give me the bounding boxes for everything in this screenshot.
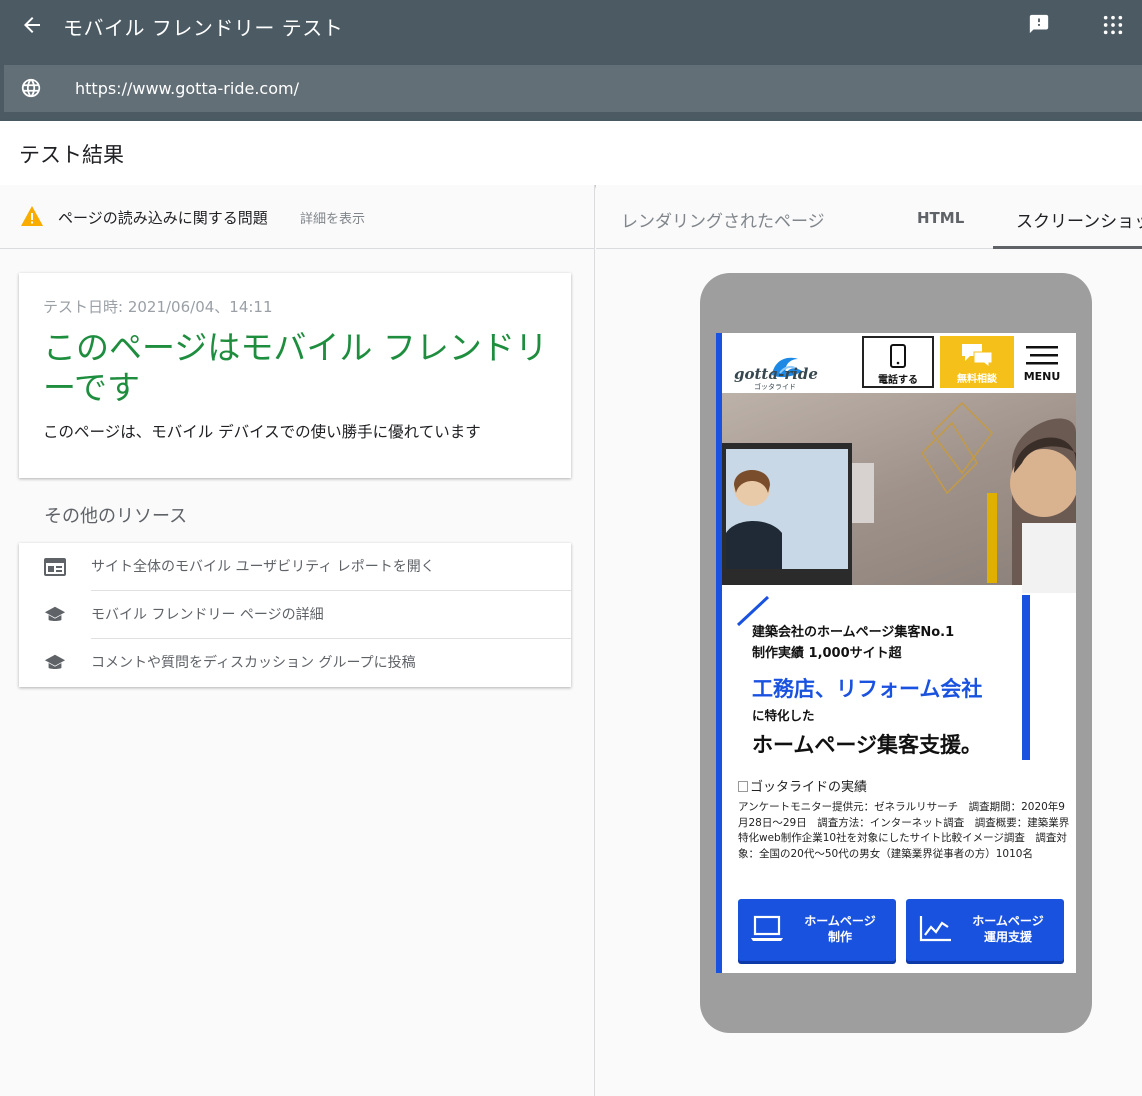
school-icon (44, 606, 66, 621)
app-bar: モバイル フレンドリー テスト https://www.gotta-ride.c… (0, 0, 1142, 121)
web-report-icon (44, 558, 66, 576)
result-card: テスト日時: 2021/06/04、14:11 このページはモバイル フレンドリ… (19, 273, 571, 478)
hero-copy-line4: に特化した (752, 708, 815, 723)
resource-item-label[interactable]: モバイル フレンドリー ページの詳細 (91, 604, 324, 624)
verdict-description: このページは、モバイル デバイスでの使い勝手に優れています (43, 423, 481, 441)
hero-copy-line5: ホームページ集客支援。 (752, 733, 982, 757)
mobile-friendly-verdict: このページはモバイル フレンドリーです (43, 328, 548, 407)
resource-item-usability-report[interactable]: サイト全体のモバイル ユーザビリティ レポートを開く (44, 543, 571, 591)
broken-image-icon (738, 781, 748, 792)
show-details-link[interactable]: 詳細を表示 (300, 208, 365, 227)
hero-copy-line1: 建築会社のホームページ集客No.1 (752, 625, 955, 640)
resource-item-label[interactable]: サイト全体のモバイル ユーザビリティ レポートを開く (91, 556, 435, 576)
consultation-label: 無料相談 (957, 374, 997, 385)
globe-icon (21, 78, 41, 98)
result-title: テスト結果 (19, 143, 124, 167)
resource-item-learn-more[interactable]: モバイル フレンドリー ページの詳細 (44, 591, 571, 639)
service-label-line2: 運用支援 (983, 930, 1032, 944)
service-label-line1: ホームページ (972, 914, 1044, 928)
logo-text: gotta-ride (734, 365, 818, 383)
page-screenshot: gotta-ride ゴッタライド 電話する 無料相談 MENU 建築会社のホー… (716, 333, 1076, 973)
smartphone-icon (890, 344, 906, 368)
image-alt-text: ゴッタライドの実績 (750, 780, 868, 795)
web-production-button[interactable]: ホームページ 制作 (738, 899, 896, 961)
school-icon (44, 654, 66, 669)
chart-line-icon (919, 916, 951, 942)
arrow-back-icon[interactable] (20, 13, 44, 37)
menu-button[interactable]: MENU (1020, 343, 1064, 387)
chat-bubbles-icon (962, 344, 993, 368)
test-date: テスト日時: 2021/06/04、14:11 (43, 298, 273, 316)
app-title: モバイル フレンドリー テスト (63, 16, 344, 40)
logo-subtext: ゴッタライド (754, 383, 796, 391)
hero-copy-line3: 工務店、リフォーム会社 (752, 677, 983, 701)
other-resources-heading: その他のリソース (44, 506, 188, 527)
active-tab-indicator (993, 246, 1142, 249)
tested-url[interactable]: https://www.gotta-ride.com/ (75, 79, 299, 98)
free-consultation-button[interactable]: 無料相談 (940, 336, 1014, 388)
hero-image (722, 393, 1076, 593)
hamburger-icon (1026, 346, 1058, 365)
call-button[interactable]: 電話する (862, 336, 934, 388)
tab-html[interactable]: HTML (917, 209, 964, 227)
service-label-line1: ホームページ (804, 914, 876, 928)
resource-item-label[interactable]: コメントや質問をディスカッション グループに投稿 (91, 652, 416, 672)
laptop-icon (751, 915, 783, 941)
url-bar[interactable]: https://www.gotta-ride.com/ (4, 65, 1142, 112)
tab-screenshot[interactable]: スクリーンショット (1016, 207, 1142, 232)
survey-note: アンケートモニター提供元：ゼネラルリサーチ 調査期間：2020年9月28日〜29… (738, 801, 1070, 860)
apps-grid-icon[interactable] (1102, 14, 1124, 36)
feedback-icon[interactable] (1028, 13, 1050, 35)
resource-list: サイト全体のモバイル ユーザビリティ レポートを開く モバイル フレンドリー ペ… (19, 543, 571, 687)
service-label-line2: 制作 (827, 930, 852, 944)
tab-rendered-page[interactable]: レンダリングされたページ (621, 207, 825, 232)
copy-accent-bar (1022, 595, 1030, 760)
result-tabs: レンダリングされたページ HTML スクリーンショット (596, 185, 1142, 249)
left-panel: ページの読み込みに関する問題 詳細を表示 テスト日時: 2021/06/04、1… (0, 185, 595, 1096)
result-header: テスト結果 (0, 121, 1142, 185)
broken-image-alt: ゴッタライドの実績 (738, 776, 867, 795)
call-label: 電話する (878, 375, 918, 386)
hero-copy-line2: 制作実績 1,000サイト超 (752, 646, 902, 661)
page-loading-issues-row[interactable]: ページの読み込みに関する問題 詳細を表示 (0, 185, 595, 249)
web-operation-support-button[interactable]: ホームページ 運用支援 (906, 899, 1064, 961)
menu-label: MENU (1023, 370, 1061, 383)
warning-text: ページの読み込みに関する問題 (58, 209, 268, 227)
warning-icon (21, 206, 43, 226)
phone-frame: gotta-ride ゴッタライド 電話する 無料相談 MENU 建築会社のホー… (700, 273, 1092, 1033)
resource-item-discussion-group[interactable]: コメントや質問をディスカッション グループに投稿 (44, 639, 571, 687)
right-panel: レンダリングされたページ HTML スクリーンショット gotta-ride ゴ… (596, 185, 1142, 1096)
